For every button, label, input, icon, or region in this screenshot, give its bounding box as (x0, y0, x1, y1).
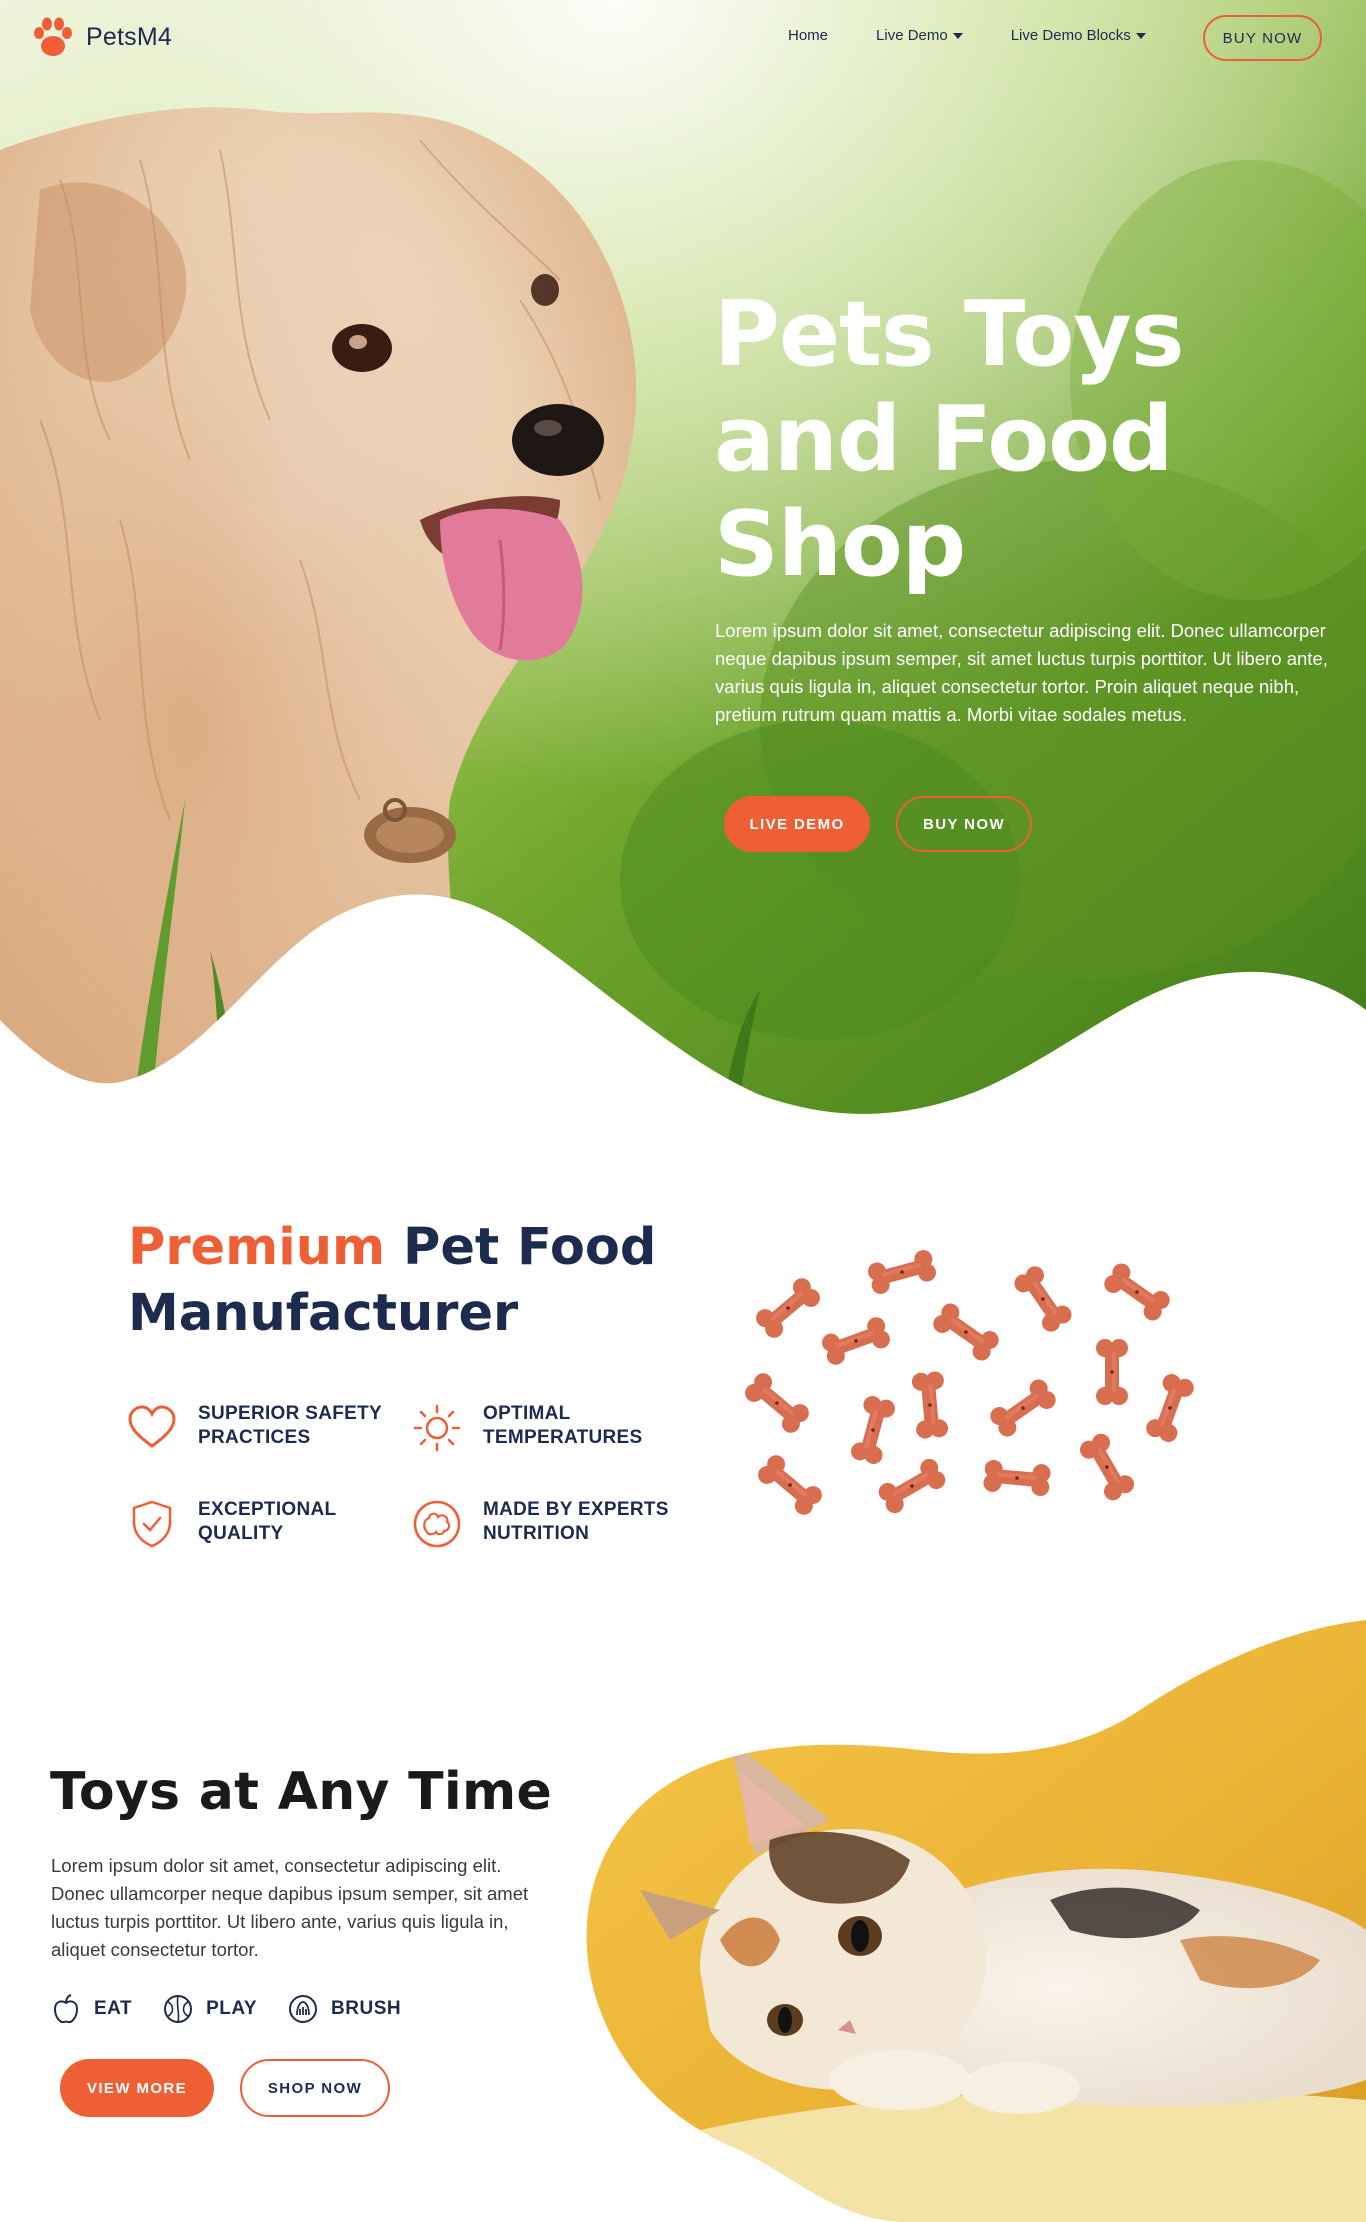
toys-section-title: Toys at Any Time (50, 1762, 553, 1822)
feature-list: SUPERIOR SAFETY PRACTICES OPTIMAL TEMPER… (126, 1402, 706, 1602)
brand-logo[interactable]: PetsM4 (30, 16, 172, 58)
feature-item: OPTIMAL TEMPERATURES (411, 1402, 683, 1454)
nav-item-live-demo-blocks[interactable]: Live Demo Blocks (1011, 27, 1146, 44)
nav-item-label: Live Demo (876, 27, 948, 44)
brush-icon (289, 1995, 318, 2023)
tag-label: EAT (94, 1998, 133, 2019)
shop-now-button[interactable]: SHOP NOW (240, 2059, 390, 2117)
nav-item-home[interactable]: Home (788, 27, 828, 44)
live-demo-button[interactable]: LIVE DEMO (724, 796, 870, 852)
top-navigation: PetsM4 Home Live Demo Live Demo Blocks B… (0, 0, 1366, 76)
brand-name: PetsM4 (86, 22, 172, 51)
nav-buy-now-button[interactable]: BUY NOW (1203, 15, 1322, 61)
view-more-button[interactable]: VIEW MORE (60, 2059, 214, 2117)
shield-check-icon (132, 1500, 172, 1548)
hero-title-line: Shop (714, 492, 966, 597)
heart-icon (128, 1405, 176, 1448)
tag-label: PLAY (206, 1998, 258, 2019)
feature-label: SUPERIOR SAFETY PRACTICES (198, 1403, 382, 1448)
tag-brush: BRUSH (287, 1993, 401, 2025)
paw-icon (34, 17, 72, 56)
feature-item: MADE BY EXPERTS NUTRITION (411, 1498, 683, 1550)
buy-now-button[interactable]: BUY NOW (896, 796, 1032, 852)
nav-item-live-demo[interactable]: Live Demo (876, 27, 963, 44)
tag-eat: EAT (50, 1993, 132, 2025)
premium-title-accent: Premium (128, 1218, 386, 1277)
ball-icon (164, 1995, 193, 2023)
hero-description: Lorem ipsum dolor sit amet, consectetur … (715, 620, 1328, 725)
caret-down-icon (1135, 32, 1146, 39)
feature-label: EXCEPTIONAL QUALITY (198, 1499, 337, 1544)
toys-tag-list: EAT PLAY BRUSH (50, 1993, 431, 2025)
nav-item-label: Home (788, 27, 829, 44)
feature-item: EXCEPTIONAL QUALITY (126, 1498, 398, 1550)
sun-icon (413, 1404, 461, 1452)
hero-title: Pets Toys and Food Shop (714, 282, 1314, 597)
tag-play: PLAY (162, 1993, 257, 2025)
hero-title-line: Pets Toys (714, 282, 1184, 387)
caret-down-icon (952, 32, 963, 39)
feature-item: SUPERIOR SAFETY PRACTICES (126, 1402, 398, 1454)
brain-icon (413, 1500, 461, 1548)
tag-label: BRUSH (331, 1998, 402, 2019)
nav-menu: Home Live Demo Live Demo Blocks (788, 27, 1194, 44)
feature-label: OPTIMAL TEMPERATURES (483, 1403, 643, 1448)
nav-item-label: Live Demo Blocks (1010, 27, 1131, 44)
premium-section-title: Premium Pet Food Manufacturer (128, 1215, 688, 1347)
feature-label: MADE BY EXPERTS NUTRITION (483, 1499, 669, 1544)
hero-title-line: and Food (714, 387, 1173, 492)
toys-description: Lorem ipsum dolor sit amet, consectetur … (51, 1855, 529, 1960)
dog-treats-image (741, 1248, 1197, 1519)
apple-icon (53, 1994, 79, 2024)
kitten-image (586, 1620, 1366, 2222)
